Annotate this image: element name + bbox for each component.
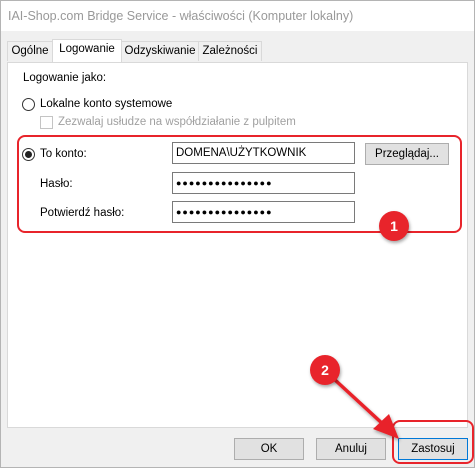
properties-window: IAI-Shop.com Bridge Service - właściwośc… — [0, 0, 475, 468]
apply-highlight — [392, 420, 474, 464]
local-system-label[interactable]: Lokalne konto systemowe — [40, 98, 172, 110]
logon-as-heading: Logowanie jako: — [23, 72, 107, 84]
tab-logon[interactable]: Logowanie — [52, 39, 122, 62]
desktop-interact-label: Zezwalaj usłudze na współdziałanie z pul… — [58, 116, 296, 128]
tab-strip: Ogólne Logowanie Odzyskiwanie Zależności — [7, 39, 467, 63]
local-system-radio[interactable] — [22, 98, 35, 111]
ok-button[interactable]: OK — [234, 438, 304, 460]
annotation-badge-1: 1 — [379, 211, 409, 241]
tab-recovery[interactable]: Odzyskiwanie — [121, 41, 199, 61]
annotation-badge-2: 2 — [310, 355, 340, 385]
title-bar[interactable]: IAI-Shop.com Bridge Service - właściwośc… — [1, 1, 474, 31]
tab-dependencies[interactable]: Zależności — [198, 41, 262, 61]
window-title: IAI-Shop.com Bridge Service - właściwośc… — [8, 9, 354, 23]
cancel-button[interactable]: Anuluj — [316, 438, 386, 460]
tab-general[interactable]: Ogólne — [7, 41, 53, 61]
desktop-interact-checkbox[interactable] — [40, 116, 53, 129]
